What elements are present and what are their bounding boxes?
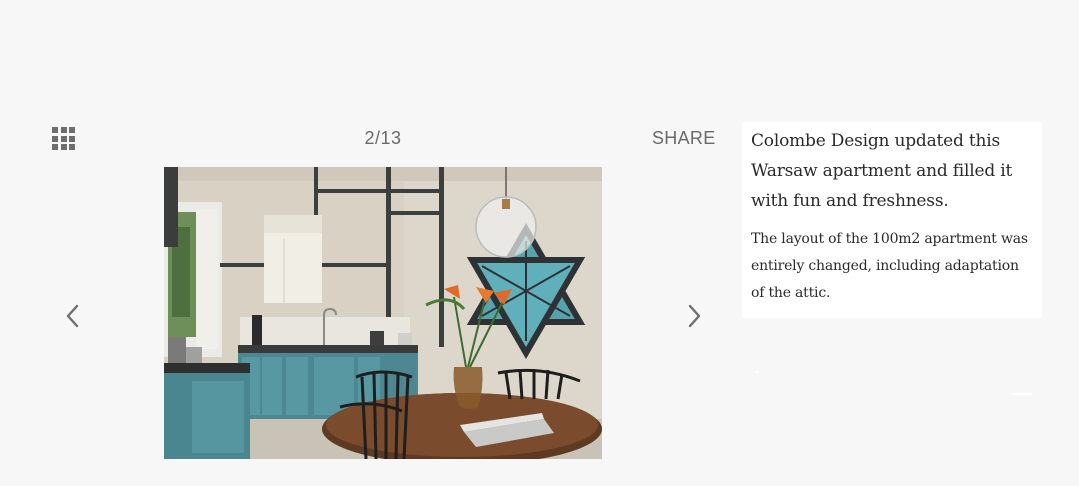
kitchen-photo <box>164 167 602 459</box>
chevron-right-icon <box>688 304 701 328</box>
caption-title: Colombe Design updated this Warsaw apart… <box>751 131 1013 211</box>
caption-panel: Colombe Design updated this Warsaw apart… <box>742 122 1042 318</box>
share-button[interactable]: SHARE <box>652 128 716 149</box>
gallery-photo <box>164 167 602 459</box>
next-slide-button[interactable] <box>683 301 707 331</box>
divider <box>1012 393 1032 395</box>
previous-slide-button[interactable] <box>60 301 84 331</box>
slide-counter: 2/13 <box>364 128 402 148</box>
caption-body: The layout of the 100m2 apartment was en… <box>751 231 1028 301</box>
chevron-left-icon <box>66 304 79 328</box>
grid-icon[interactable] <box>52 127 75 150</box>
gallery-viewer: 2/13 SHARE Colombe Design updated this W… <box>0 0 1079 486</box>
divider <box>755 371 759 373</box>
